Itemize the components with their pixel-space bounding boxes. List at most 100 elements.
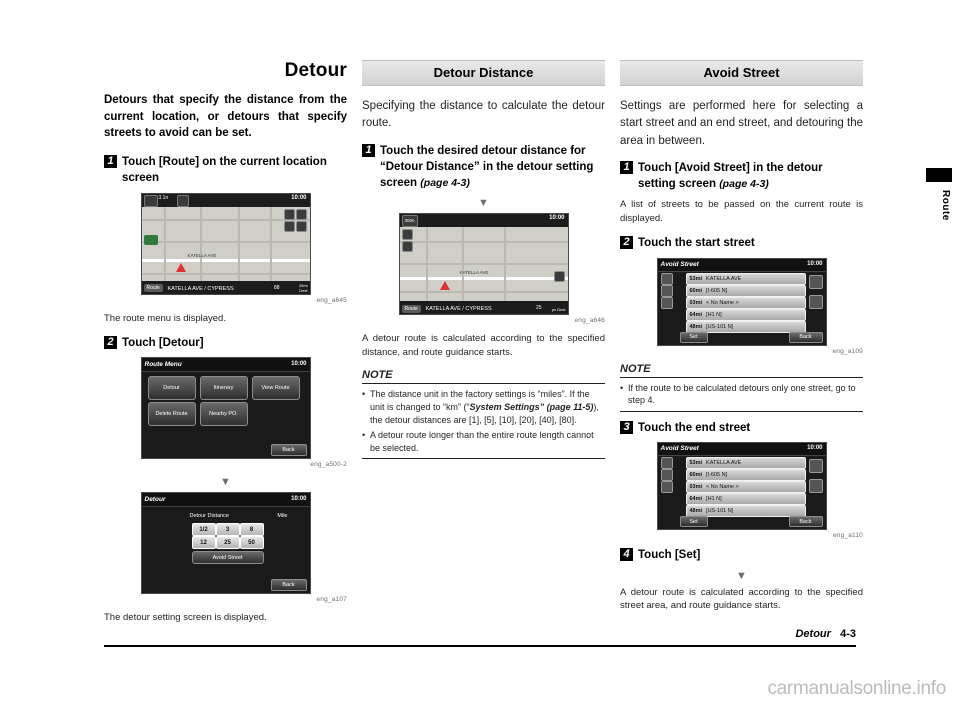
map-street-label: KATELLA AVE — [187, 252, 217, 258]
detour-title: Detour — [144, 495, 166, 503]
map-bottom-bar: Route KATELLA AVE / CYPRESS 25 pv Dest — [399, 301, 568, 315]
note-item: • If the route to be calculated detours … — [620, 382, 863, 407]
menu-button-detour[interactable]: Detour — [147, 376, 196, 401]
list-left-icon-a[interactable] — [660, 457, 673, 470]
scroll-up-icon[interactable] — [808, 459, 823, 474]
row-distance: 64mi — [689, 496, 703, 503]
list-row[interactable]: 64mi [H1 N] — [685, 493, 806, 506]
row-distance: 60mi — [689, 287, 703, 294]
map-mode-icon — [143, 194, 158, 207]
detour-value-25[interactable]: 25 — [215, 536, 240, 550]
row-street: [US-101 N] — [706, 508, 734, 515]
step-number: 2 — [620, 236, 633, 250]
detour-value-3[interactable]: 3 — [215, 523, 240, 537]
detour-value-8[interactable]: 8 — [239, 523, 264, 537]
scroll-down-icon[interactable] — [808, 294, 823, 309]
list-left-icon-c[interactable] — [660, 481, 673, 494]
list-row[interactable]: 03mi < No Name > — [685, 296, 806, 309]
list-left-icon-a[interactable] — [660, 272, 673, 285]
list-row[interactable]: 53mi KATELLA AVE — [685, 272, 806, 285]
section-header-detour-distance: Detour Distance — [362, 60, 605, 86]
row-street: < No Name > — [706, 484, 739, 491]
footer: Detour 4-3 — [795, 628, 856, 640]
row-distance: 48mi — [689, 508, 703, 515]
step-number: 4 — [620, 548, 633, 562]
list-row[interactable]: 53mi KATELLA AVE — [685, 457, 806, 470]
menu-header: Route Menu 10:00 — [141, 358, 310, 373]
figure-caption: eng_a500-2 — [310, 461, 347, 469]
scroll-up-icon[interactable] — [808, 274, 823, 289]
menu-back-button[interactable]: Back — [270, 444, 307, 457]
map-scale-label: 3.1n — [158, 195, 169, 202]
step-text: Touch the desired detour distance for “D… — [380, 144, 594, 190]
screenshot-detour-route-map: 300n 10:00 KATELLA AVE Route KATELLA AVE — [398, 213, 569, 316]
map-distance: 88 — [273, 284, 280, 291]
menu-button-delete-route[interactable]: Delete Route — [147, 402, 196, 427]
flow-arrow: ▼ — [478, 197, 489, 210]
footer-divider — [104, 645, 856, 647]
list-left-icon-b[interactable] — [660, 469, 673, 482]
set-button[interactable]: Set — [679, 331, 708, 343]
note-block: NOTE • The distance unit in the factory … — [362, 369, 605, 460]
after-step-4-text: A detour route is calculated according t… — [620, 586, 863, 612]
list-left-icon-b[interactable] — [660, 284, 673, 297]
menu-button-nearby-poi[interactable]: Nearby PO. — [199, 402, 248, 427]
step-label: Touch the start street — [638, 237, 755, 250]
row-distance: 48mi — [689, 323, 703, 330]
row-distance: 53mi — [689, 460, 703, 467]
step-1: 1 Touch the desired detour distance for … — [362, 143, 605, 192]
route-button[interactable]: Route — [143, 284, 163, 293]
menu-clock: 10:00 — [291, 360, 307, 367]
screenshot-avoid-street-end: Avoid Street 10:00 53mi KATELLA AVE 60mi… — [656, 442, 827, 531]
route-button[interactable]: Route — [401, 304, 421, 313]
list-title: Avoid Street — [660, 260, 699, 268]
back-button[interactable]: Back — [788, 331, 823, 343]
scroll-down-icon[interactable] — [808, 479, 823, 494]
detour-value-half[interactable]: 1/2 — [191, 523, 216, 537]
map-scale-label: 300n — [401, 215, 418, 228]
step-1: 1 Touch [Route] on the current location … — [104, 154, 347, 187]
row-distance: 60mi — [689, 472, 703, 479]
step-2: 2 Touch [Detour] — [104, 335, 347, 351]
step-label: Touch [Detour] — [122, 337, 204, 350]
detour-avoid-street-button[interactable]: Avoid Street — [191, 551, 264, 565]
after-step-2-text: The detour setting screen is displayed. — [104, 612, 267, 624]
list-header: Avoid Street 10:00 — [657, 443, 826, 457]
set-button[interactable]: Set — [679, 516, 708, 528]
figure-caption: eng_a646 — [574, 317, 605, 325]
figure-caption: eng_a645 — [316, 296, 347, 304]
row-distance: 53mi — [689, 275, 703, 282]
manual-page: Detour Detours that specify the distance… — [0, 0, 960, 708]
menu-button-view-route[interactable]: View Route — [251, 376, 300, 401]
note-title: NOTE — [620, 363, 863, 378]
detour-unit-label: Mile — [277, 513, 288, 520]
figure-caption: eng_a107 — [316, 596, 347, 604]
back-button[interactable]: Back — [788, 516, 823, 528]
menu-button-itinerary[interactable]: Itinerary — [199, 376, 248, 401]
detour-back-button[interactable]: Back — [270, 579, 307, 592]
map-current-street: KATELLA AVE / CYPRESS — [167, 285, 234, 292]
list-row[interactable]: 60mi [I-605 N] — [685, 469, 806, 482]
row-street: KATELLA AVE — [706, 460, 742, 467]
step-3: 3 Touch the end street — [620, 420, 863, 436]
detour-value-50[interactable]: 50 — [239, 536, 264, 550]
footer-page-number: 4-3 — [840, 628, 856, 640]
watermark: carmanualsonline.info — [767, 678, 946, 699]
list-left-icon-c[interactable] — [660, 296, 673, 309]
step-label: Touch [Avoid Street] in the detour setti… — [638, 160, 863, 193]
list-clock: 10:00 — [807, 445, 823, 452]
detour-value-12[interactable]: 12 — [191, 536, 216, 550]
map-canvas: KATELLA AVE — [141, 206, 310, 281]
list-row[interactable]: 64mi [H1 N] — [685, 308, 806, 321]
note-item: • The distance unit in the factory setti… — [362, 388, 605, 426]
section-intro: Settings are performed here for selectin… — [620, 100, 863, 147]
map-bottom-bar: Route KATELLA AVE / CYPRESS 88 25mi Dest — [141, 280, 310, 294]
step-number: 3 — [620, 420, 633, 434]
step-page-ref: (page 4-3) — [719, 178, 769, 191]
intro-paragraph: Detours that specify the distance from t… — [104, 94, 347, 140]
map-eta-label: pv Dest — [551, 307, 566, 313]
row-street: < No Name > — [706, 299, 739, 306]
list-row[interactable]: 48mi [US-101 N] — [685, 320, 806, 333]
list-row[interactable]: 03mi < No Name > — [685, 481, 806, 494]
list-row[interactable]: 60mi [I-605 N] — [685, 284, 806, 297]
